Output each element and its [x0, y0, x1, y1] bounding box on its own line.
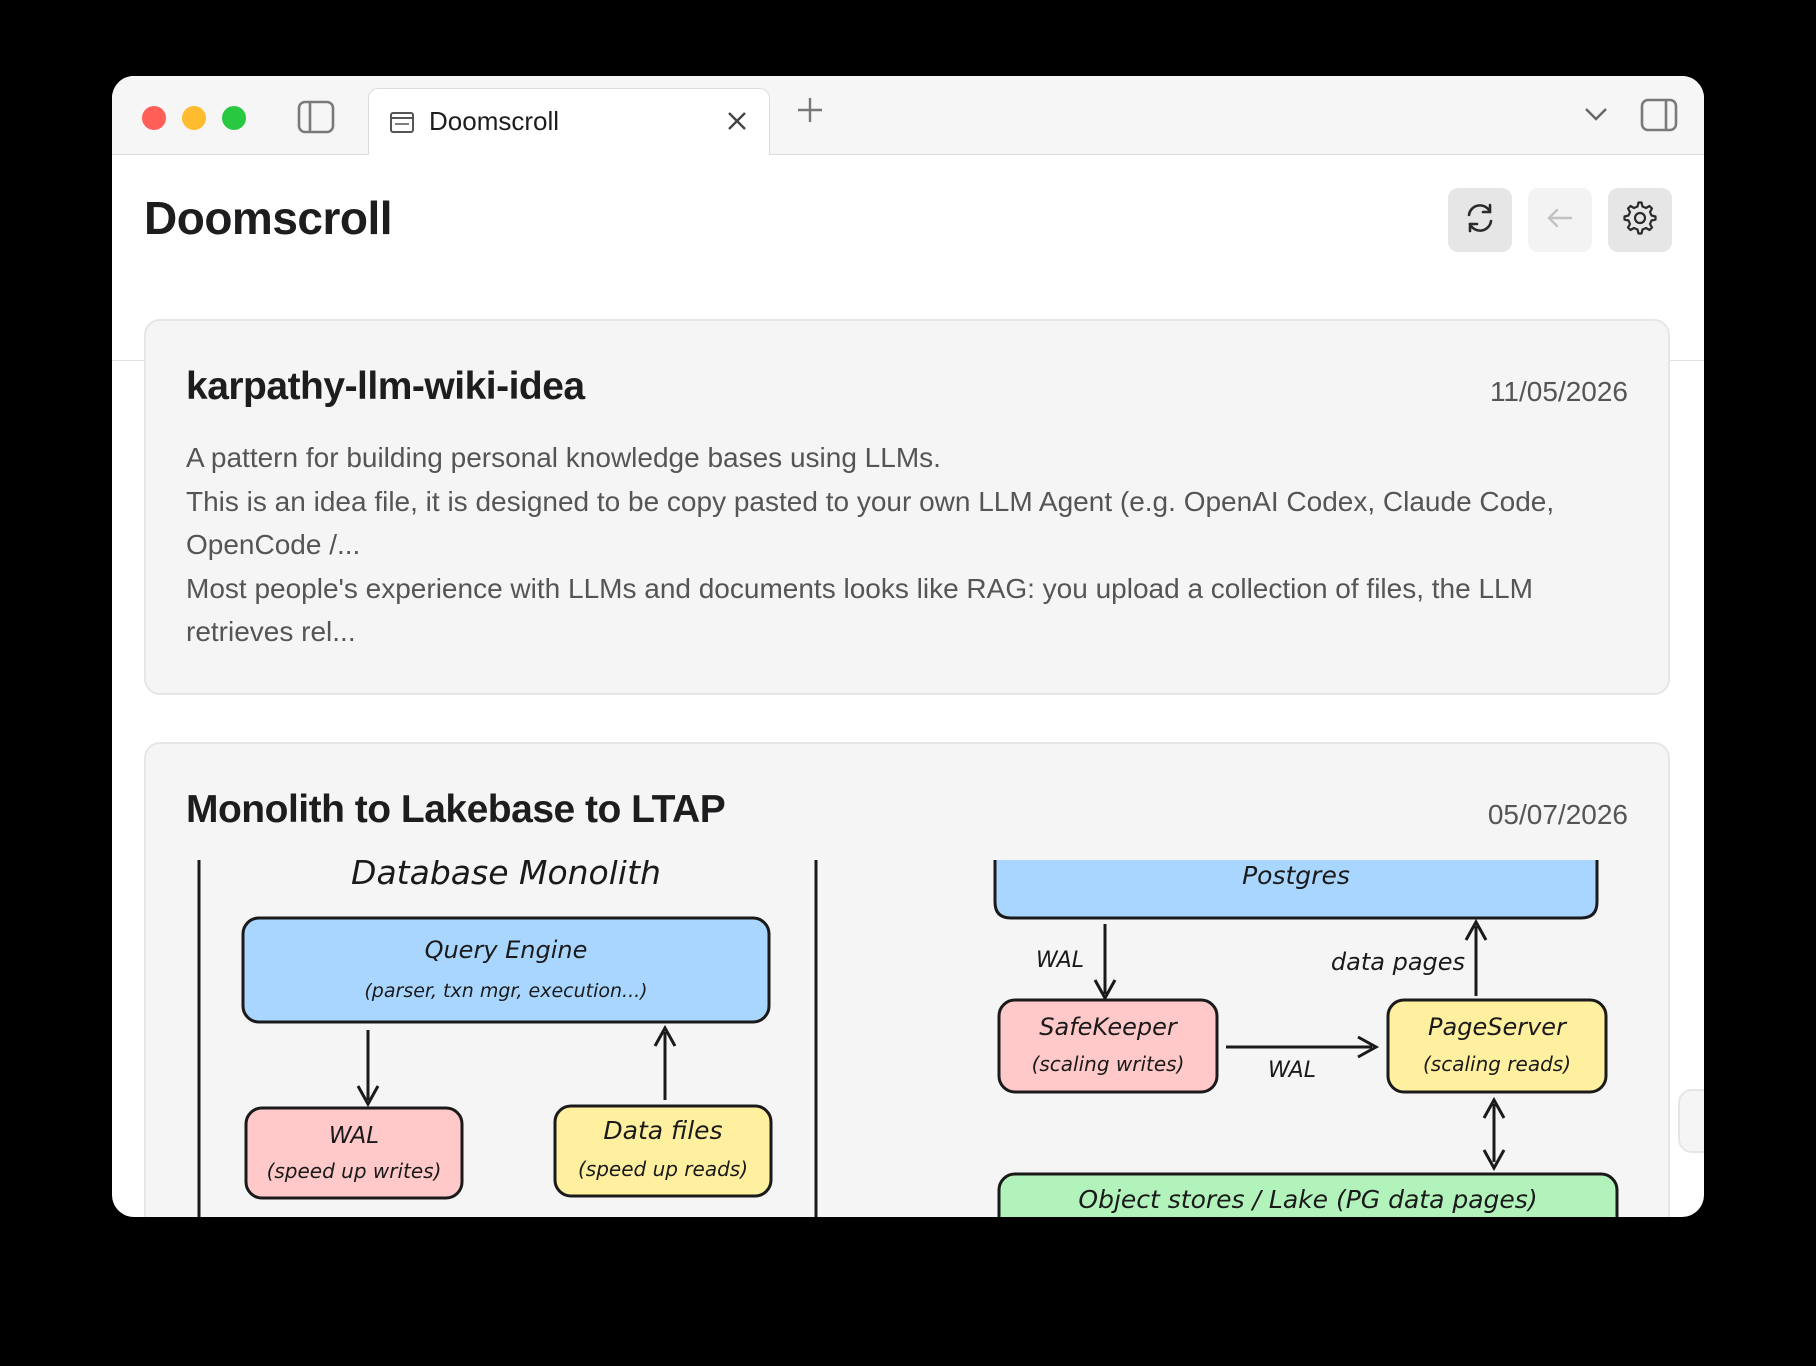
- wal-box: [244, 1106, 464, 1200]
- excerpt-line: A pattern for building personal knowledg…: [186, 442, 941, 473]
- minimize-window-button[interactable]: [182, 106, 206, 130]
- wal-label: WAL: [329, 1123, 379, 1149]
- back-button[interactable]: [1528, 188, 1592, 252]
- right-sidebar-icon[interactable]: [1638, 94, 1680, 136]
- refresh-icon: [1463, 201, 1497, 240]
- tab-title: Doomscroll: [429, 106, 560, 136]
- zoom-window-button[interactable]: [222, 106, 246, 130]
- query-engine-box: [241, 916, 771, 1024]
- back-arrow-icon: [1545, 206, 1575, 235]
- architecture-diagram: Database Monolith Query Engine (parser, …: [197, 860, 1619, 1217]
- plus-icon[interactable]: [790, 90, 830, 130]
- data-files-label: Data files: [603, 1116, 722, 1145]
- refresh-button[interactable]: [1448, 188, 1512, 252]
- close-window-button[interactable]: [142, 106, 166, 130]
- wal-arrow-label: WAL: [1036, 948, 1084, 973]
- window-icon: [389, 109, 415, 135]
- pageserver-label: PageServer: [1428, 1013, 1568, 1041]
- query-engine-label: Query Engine: [425, 936, 588, 964]
- chevron-down-icon[interactable]: [1578, 96, 1614, 132]
- close-icon[interactable]: [723, 107, 751, 135]
- safekeeper-label: SafeKeeper: [1039, 1013, 1179, 1041]
- pageserver-sub: (scaling reads): [1423, 1052, 1571, 1076]
- data-pages-label: data pages: [1331, 948, 1465, 976]
- feed-card[interactable]: karpathy-llm-wiki-idea 11/05/2026 A patt…: [144, 319, 1670, 695]
- excerpt-line: This is an idea file, it is designed to …: [186, 485, 1555, 561]
- safekeeper-sub: (scaling writes): [1032, 1052, 1185, 1076]
- tab-doomscroll[interactable]: Doomscroll: [368, 88, 770, 155]
- object-stores-label: Object stores / Lake (PG data pages): [1078, 1185, 1537, 1214]
- card-title: Monolith to Lakebase to LTAP: [186, 788, 726, 831]
- card-date: 11/05/2026: [1489, 376, 1628, 407]
- feed-card-edge: [1678, 1089, 1704, 1153]
- settings-button[interactable]: [1608, 188, 1672, 252]
- page-title: Doomscroll: [144, 192, 393, 244]
- tab-bar: Doomscroll: [112, 76, 1704, 155]
- card-excerpt: A pattern for building personal knowledg…: [186, 436, 1636, 654]
- wal-sub: (speed up writes): [267, 1159, 442, 1183]
- card-date: 05/07/2026: [1487, 799, 1628, 830]
- sidebar-icon[interactable]: [296, 97, 336, 137]
- monolith-title: Database Monolith: [351, 860, 661, 892]
- wal-horizontal-label: WAL: [1268, 1058, 1316, 1083]
- gear-icon: [1623, 200, 1657, 240]
- postgres-label: Postgres: [1242, 861, 1350, 890]
- excerpt-line: Most people's experience with LLMs and d…: [186, 572, 1533, 648]
- query-engine-sub: (parser, txn mgr, execution...): [364, 980, 647, 1002]
- browser-window: Doomscroll Doomscroll karpathy-llm-wiki-…: [112, 76, 1704, 1217]
- feed-card[interactable]: Monolith to Lakebase to LTAP 05/07/2026 …: [144, 742, 1670, 1217]
- card-title: karpathy-llm-wiki-idea: [186, 365, 585, 408]
- data-files-sub: (speed up reads): [578, 1157, 748, 1181]
